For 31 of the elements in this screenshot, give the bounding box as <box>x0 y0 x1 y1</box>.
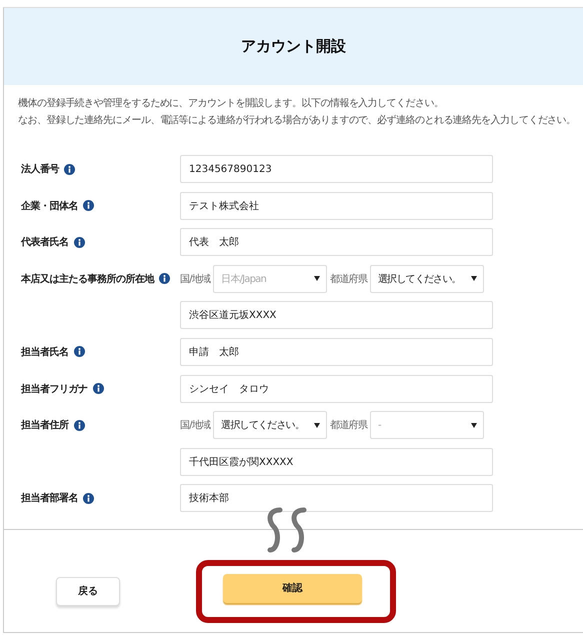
select-field[interactable]: 選択してください。 <box>213 411 328 440</box>
select-value: 日本/Japan <box>221 272 266 286</box>
field-label: 担当者住所 <box>21 418 68 432</box>
back-button[interactable]: 戻る <box>56 576 120 606</box>
country-label: 国/地域 <box>180 272 210 286</box>
input-field[interactable]: 申請 太郎 <box>180 338 493 366</box>
intro-text: 機体の登録手続きや管理をするために、アカウントを開設します。以下の情報を入力してください。 <box>18 97 444 111</box>
select-value: 選択してください。 <box>221 419 304 432</box>
input-field[interactable]: 1234567890123 <box>180 155 493 183</box>
field-label: 代表者氏名 <box>21 236 68 250</box>
page-title: アカウント開設 <box>241 37 346 56</box>
input-field[interactable]: 技術本部 <box>180 484 493 512</box>
prefecture-label: 都道府県 <box>330 272 367 286</box>
input-field[interactable]: 千代田区霞が関XXXXX <box>180 448 493 476</box>
field-label: 担当者フリガナ <box>21 382 88 396</box>
prefecture-label: 都道府県 <box>330 418 367 432</box>
field-label: 担当者部署名 <box>21 492 78 506</box>
field-label: 法人番号 <box>21 162 59 176</box>
input-field[interactable]: 渋谷区道元坂XXXX <box>180 301 493 330</box>
select-value: 選択してください。 <box>378 272 461 286</box>
field-label: 本店又は主たる事務所の所在地 <box>21 272 154 286</box>
intro-text: なお、登録した連絡先にメール、電話等による連絡が行われる場合がありますので、必ず連絡のとれる連絡先を入力してください。 <box>18 114 577 128</box>
input-field[interactable]: 代表 太郎 <box>180 228 493 256</box>
input-field[interactable]: シンセイ タロウ <box>180 374 493 403</box>
confirm-button[interactable]: 確認 <box>223 574 362 603</box>
select-value: - <box>378 420 381 431</box>
select-field[interactable]: 選択してください。 <box>370 264 484 293</box>
input-field[interactable]: テスト株式会社 <box>180 192 493 220</box>
country-label: 国/地域 <box>180 418 210 432</box>
field-label: 企業・団体名 <box>21 200 78 213</box>
field-label: 担当者氏名 <box>21 346 68 359</box>
